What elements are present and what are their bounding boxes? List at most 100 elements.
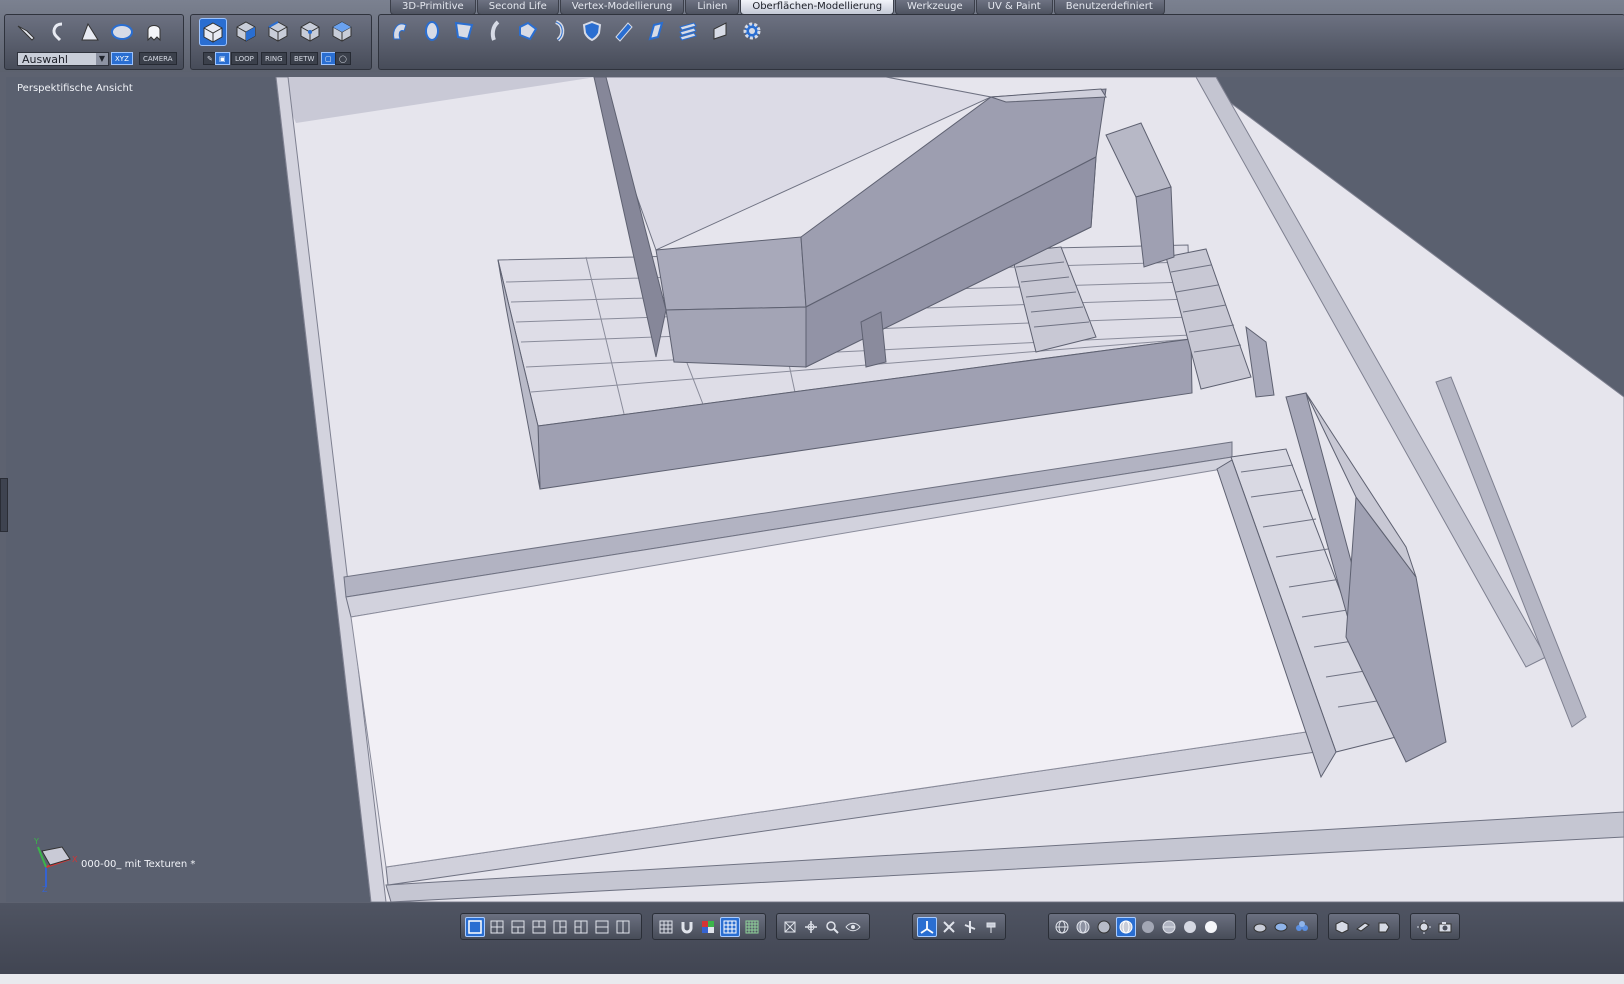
camera-group	[1410, 913, 1460, 940]
tab-oberflaechen-modellierung[interactable]: Oberflächen-Modellierung	[740, 0, 895, 15]
group-object-icon[interactable]	[1375, 918, 1393, 936]
layers-icon[interactable]	[675, 18, 701, 44]
camera-toggle[interactable]: CAMERA	[139, 52, 177, 65]
axis-x-label: X	[72, 855, 78, 864]
view-name-label: Perspektifische Ansicht	[17, 83, 133, 94]
scale-tool-icon[interactable]	[77, 19, 103, 45]
select-tool-icon[interactable]	[13, 19, 39, 45]
plane-object-icon[interactable]	[1354, 918, 1372, 936]
zoom-icon[interactable]	[823, 918, 841, 936]
scale-gizmo-icon[interactable]	[961, 918, 979, 936]
grid-group	[652, 913, 766, 940]
rotate-tool-icon[interactable]	[45, 19, 71, 45]
top-toolbar: 3D-Primitive Second Life Vertex-Modellie…	[0, 0, 1624, 72]
polygon-mode-cube-icon[interactable]	[329, 18, 355, 44]
three-view-left-icon[interactable]	[551, 918, 569, 936]
hand-deform-icon[interactable]	[707, 18, 733, 44]
axis-z-label: Z	[42, 885, 48, 894]
extrude-icon[interactable]	[515, 18, 541, 44]
selection-panel: Auswahl ▼ XYZ CAMERA	[4, 14, 184, 70]
light-sun-icon[interactable]	[1415, 918, 1433, 936]
loop-button[interactable]: LOOP	[231, 52, 258, 65]
camera-icon[interactable]	[1436, 918, 1454, 936]
fine-grid-icon[interactable]	[743, 918, 761, 936]
ring-button[interactable]: RING	[261, 52, 287, 65]
two-view-vertical-icon[interactable]	[614, 918, 632, 936]
shaded-wire-sphere-icon[interactable]	[1116, 916, 1136, 937]
vertex-mode-cube-icon[interactable]	[297, 18, 323, 44]
eye-icon[interactable]	[844, 918, 862, 936]
render-group	[1246, 913, 1318, 940]
surface-tools-panel	[378, 14, 1624, 70]
textured-sphere-icon[interactable]	[1181, 918, 1199, 936]
scene-3d-model	[37, 77, 1624, 902]
shield-icon[interactable]	[579, 18, 605, 44]
gear-icon[interactable]	[739, 18, 765, 44]
active-grid-icon[interactable]	[720, 916, 740, 937]
tab-3d-primitive[interactable]: 3D-Primitive	[390, 0, 476, 15]
ghost-object-icon[interactable]	[141, 19, 167, 45]
hidden-line-sphere-icon[interactable]	[1074, 918, 1092, 936]
object-group	[1328, 913, 1400, 940]
rotate-gizmo-icon[interactable]	[940, 918, 958, 936]
three-view-top-icon[interactable]	[509, 918, 527, 936]
zoom-extents-icon[interactable]	[781, 918, 799, 936]
object-mode-cube-icon[interactable]	[199, 18, 227, 46]
axis-y-label: Y	[34, 837, 39, 846]
xyz-toggle[interactable]: XYZ	[111, 52, 133, 65]
status-strip	[0, 974, 1624, 984]
perspective-viewport[interactable]: Perspektifische Ansicht 000-00_ mit Text…	[6, 77, 1624, 902]
tab-linien[interactable]: Linien	[685, 0, 740, 15]
move-gizmo-icon[interactable]	[917, 916, 937, 937]
betw-button[interactable]: BETW	[290, 52, 319, 65]
axis-gizmo	[37, 846, 71, 887]
two-view-horizontal-icon[interactable]	[593, 918, 611, 936]
shading-group	[1048, 913, 1236, 940]
render-cluster-icon[interactable]	[1293, 918, 1311, 936]
pan-icon[interactable]	[802, 918, 820, 936]
color-grid-icon[interactable]	[699, 918, 717, 936]
chevron-down-icon[interactable]: ▼	[96, 53, 108, 65]
face-mode-cube-icon[interactable]	[233, 18, 259, 44]
rect-select-icon[interactable]: ▢	[321, 52, 336, 65]
sweep-icon[interactable]	[483, 18, 509, 44]
render-bowl-icon[interactable]	[1272, 918, 1290, 936]
single-view-icon[interactable]	[465, 916, 485, 937]
lasso-select-icon[interactable]: ◯	[335, 52, 351, 65]
left-panel-handle[interactable]	[0, 478, 8, 532]
bright-sphere-icon[interactable]	[1202, 918, 1220, 936]
three-view-right-icon[interactable]	[572, 918, 590, 936]
loft-icon[interactable]	[451, 18, 477, 44]
lathe-icon[interactable]	[419, 18, 445, 44]
tab-second-life[interactable]: Second Life	[476, 0, 559, 15]
mode-select[interactable]: Auswahl ▼	[17, 52, 109, 66]
selection-mode-panel: ✎ ▣ LOOP RING BETW ▢ ◯	[190, 14, 372, 70]
wireframe-sphere-icon[interactable]	[1053, 918, 1071, 936]
mode-select-value: Auswahl	[22, 53, 68, 66]
flat-sphere-icon[interactable]	[1095, 918, 1113, 936]
paint-select-icon[interactable]: ▣	[215, 52, 230, 65]
smooth-sphere-icon[interactable]	[1139, 918, 1157, 936]
textured-wire-sphere-icon[interactable]	[1160, 918, 1178, 936]
snap-magnet-icon[interactable]	[678, 918, 696, 936]
cube-object-icon[interactable]	[1333, 918, 1351, 936]
tab-benutzerdefiniert[interactable]: Benutzerdefiniert	[1053, 0, 1165, 15]
sphere-select-icon[interactable]	[109, 19, 135, 45]
navigation-group	[776, 913, 870, 940]
quad-view-icon[interactable]	[488, 918, 506, 936]
tab-uv-paint[interactable]: UV & Paint	[975, 0, 1053, 15]
cover-surface-icon[interactable]	[611, 18, 637, 44]
drop-to-ground-icon[interactable]	[982, 918, 1000, 936]
bend-icon[interactable]	[547, 18, 573, 44]
slice-icon[interactable]	[643, 18, 669, 44]
three-view-bottom-icon[interactable]	[530, 918, 548, 936]
scene-name-label: 000-00_ mit Texturen *	[81, 859, 196, 870]
bottom-toolbar	[0, 903, 1624, 984]
tab-werkzeuge[interactable]: Werkzeuge	[895, 0, 975, 15]
grid-settings-icon[interactable]	[657, 918, 675, 936]
render-preview-icon[interactable]	[1251, 918, 1269, 936]
spline-surface-icon[interactable]	[387, 18, 413, 44]
transform-group	[912, 913, 1006, 940]
edge-mode-cube-icon[interactable]	[265, 18, 291, 44]
tab-vertex-modellierung[interactable]: Vertex-Modellierung	[559, 0, 685, 15]
